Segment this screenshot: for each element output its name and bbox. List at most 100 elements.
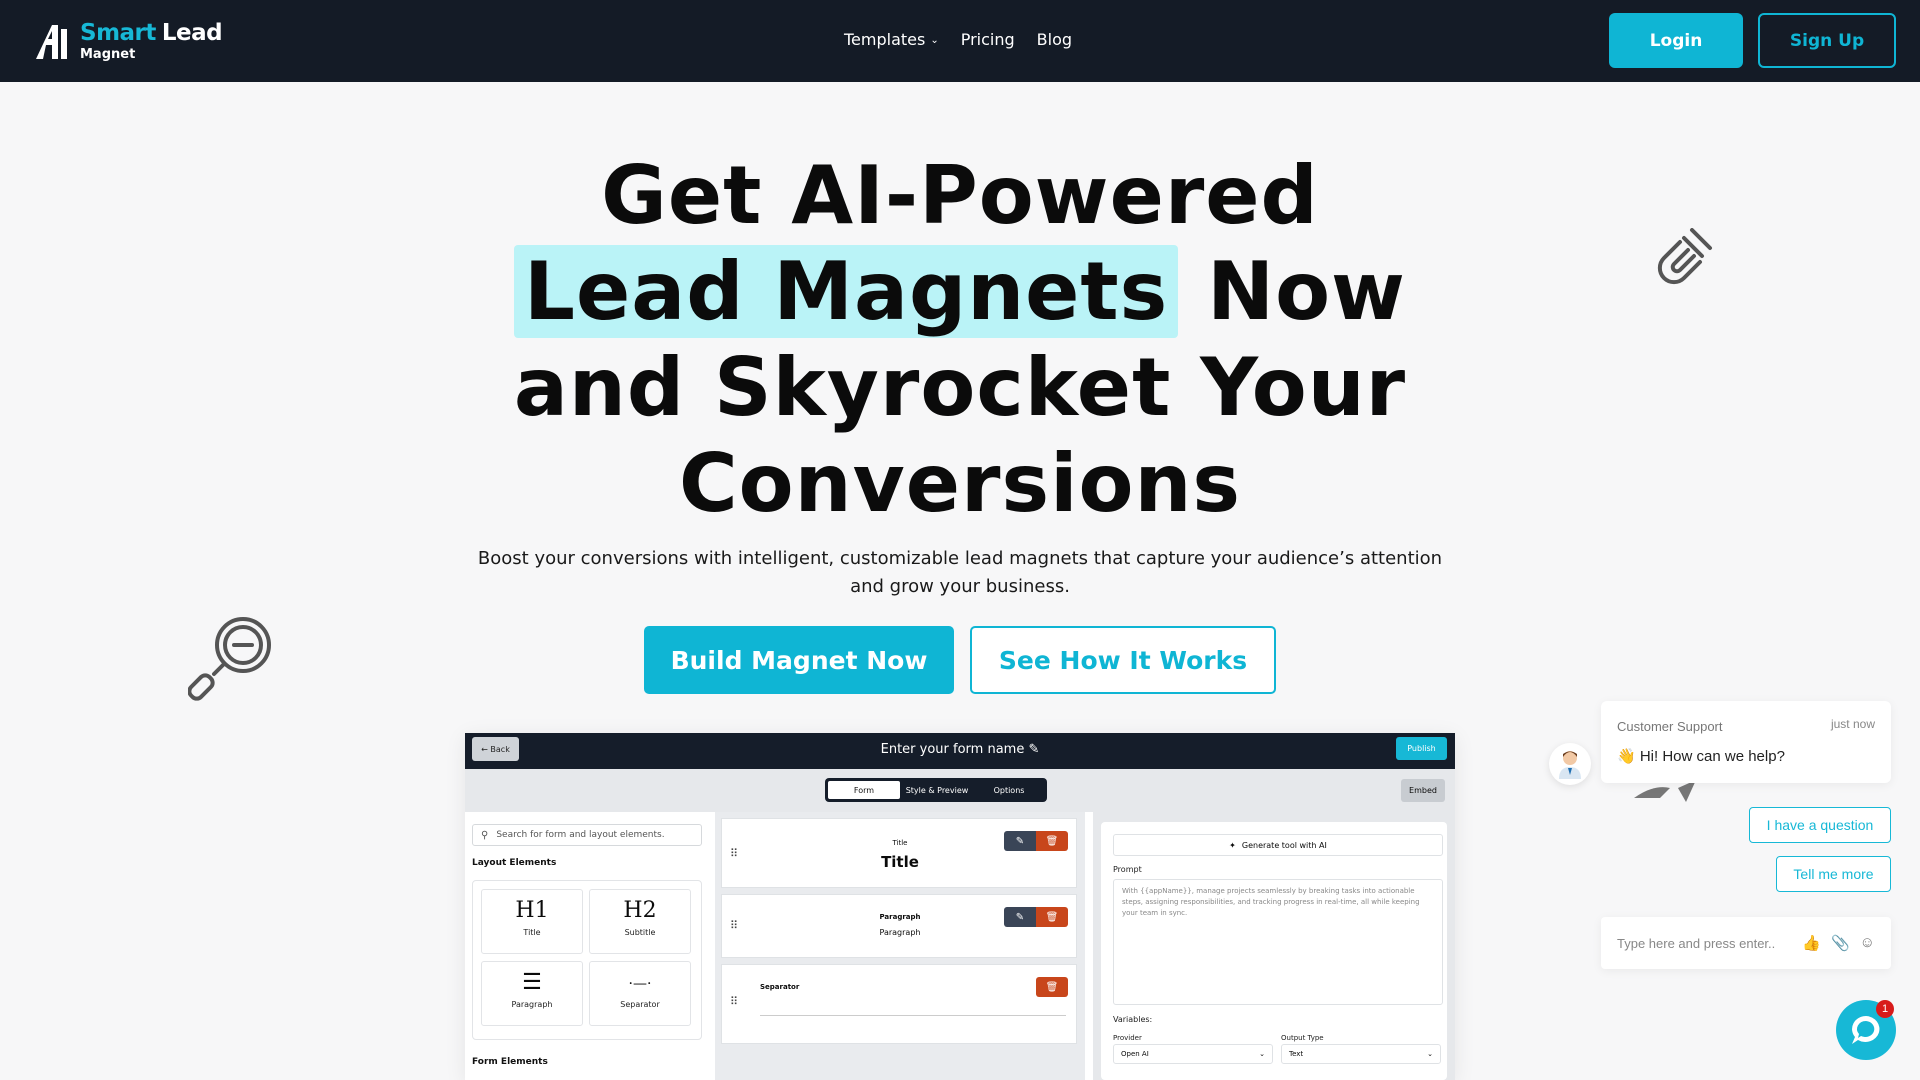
elements-panel: ⚲ Search for form and layout elements. La… [465,812,710,1080]
hero-line-4: Conversions [678,437,1242,530]
chat-input-placeholder: Type here and press enter.. [1617,935,1776,951]
magnet-icon [1657,228,1712,285]
output-type-label: Output Type [1281,1034,1324,1042]
site-logo[interactable]: Smart Lead Magnet [34,18,223,64]
edit-icon[interactable]: ✎ [1004,831,1036,851]
layout-item-label: Subtitle [624,928,656,937]
generate-with-ai-button[interactable]: ✦ Generate tool with AI [1113,834,1443,856]
tab-style-preview[interactable]: Style & Preview [901,780,973,800]
block-paragraph-content: Paragraph [879,928,921,937]
layout-item-title[interactable]: H1 Title [481,889,583,954]
form-block-separator[interactable]: ⠿ Separator 🗑 [721,964,1077,1044]
pencil-icon[interactable]: ✎ [1028,742,1039,757]
form-elements-heading: Form Elements [472,1057,548,1067]
chevron-down-icon: ⌄ [930,35,939,46]
signup-button[interactable]: Sign Up [1758,13,1896,68]
hero-line-2-rest: Now [1207,245,1406,338]
unread-badge: 1 [1876,1000,1894,1018]
element-search-placeholder: Search for form and layout elements. [496,830,665,840]
chat-timestamp: just now [1830,717,1875,731]
hero-line-3: and Skyrocket Your [513,341,1407,434]
builder-subbar: Form Style & Preview Options Embed [465,769,1455,812]
provider-select-value: Open AI [1121,1050,1149,1058]
h1-icon: H1 [515,898,549,923]
edit-icon[interactable]: ✎ [1004,907,1036,927]
logo-mark-icon [36,25,67,59]
layout-item-subtitle[interactable]: H2 Subtitle [589,889,691,954]
form-builder-preview: ← Back Enter your form name ✎ Publish Fo… [465,733,1455,1080]
chat-input-field[interactable]: Type here and press enter.. 👍 📎 ☺ [1601,917,1891,969]
login-button[interactable]: Login [1609,13,1743,68]
layout-item-paragraph[interactable]: ☰ Paragraph [481,961,583,1026]
form-block-paragraph[interactable]: ⠿ Paragraph Paragraph ✎ 🗑 [721,894,1077,958]
builder-tabs: Form Style & Preview Options [825,778,1047,802]
form-name-label: Enter your form name [880,742,1025,757]
chat-bubble-icon [1852,1016,1880,1044]
chat-agent-name: Customer Support [1617,719,1723,734]
provider-select[interactable]: Open AI ⌄ [1113,1044,1273,1064]
layout-item-separator[interactable]: ·—· Separator [589,961,691,1026]
layout-item-label: Separator [620,1000,660,1009]
search-icon: ⚲ [481,829,489,841]
hero-heading: Get AI-Powered Lead Magnets Now and Skyr… [420,148,1500,532]
menu-item-pricing[interactable]: Pricing [961,30,1015,49]
form-canvas: ⠿ Title Title ✎ 🗑 ⠿ Paragraph Paragraph … [715,812,1085,1080]
trash-icon[interactable]: 🗑 [1036,907,1068,927]
paragraph-icon: ☰ [522,970,542,995]
drag-handle-icon[interactable]: ⠿ [730,995,738,1008]
top-navbar: Smart Lead Magnet Templates ⌄ Pricing Blog… [0,0,1920,82]
provider-label: Provider [1113,1034,1142,1042]
hero-subtitle: Boost your conversions with intelligent,… [477,548,1443,597]
quick-reply-question[interactable]: I have a question [1749,807,1891,843]
chat-message-card: Customer Support just now 👋 Hi! How can … [1601,701,1891,783]
trash-icon[interactable]: 🗑 [1036,977,1068,997]
tab-options[interactable]: Options [973,780,1045,800]
layout-elements-grid: H1 Title H2 Subtitle ☰ Paragraph ·—· Sep… [472,880,702,1040]
search-zoom-out-icon [188,617,271,701]
chevron-down-icon: ⌄ [1259,1050,1265,1058]
menu-item-templates[interactable]: Templates ⌄ [844,30,939,49]
variables-label: Variables: [1113,1015,1153,1024]
chat-message-text: 👋 Hi! How can we help? [1617,748,1785,765]
block-actions: ✎ 🗑 [1004,907,1068,927]
logo-word-lead: Lead [161,19,223,46]
layout-item-label: Paragraph [511,1000,553,1009]
chevron-down-icon: ⌄ [1427,1050,1433,1058]
ai-settings-panel: ✦ Generate tool with AI Prompt With {{app… [1093,812,1455,1080]
see-how-it-works-button[interactable]: See How It Works [970,626,1276,694]
form-name-title[interactable]: Enter your form name ✎ [465,742,1455,757]
output-type-select[interactable]: Text ⌄ [1281,1044,1441,1064]
block-actions: ✎ 🗑 [1004,831,1068,851]
block-actions: 🗑 [1036,977,1068,997]
layout-item-label: Title [523,928,541,937]
prompt-textarea[interactable]: With {{appName}}, manage projects seamle… [1113,879,1443,1005]
tab-form[interactable]: Form [827,780,901,800]
builder-topbar: ← Back Enter your form name ✎ Publish [465,733,1455,769]
separator-line [760,1015,1066,1016]
publish-button[interactable]: Publish [1396,737,1447,760]
logo-word-smart: Smart [80,19,156,46]
separator-icon: ·—· [628,976,652,992]
thumbs-up-icon[interactable]: 👍 [1802,934,1821,952]
layout-elements-heading: Layout Elements [472,858,557,868]
element-search-input[interactable]: ⚲ Search for form and layout elements. [472,824,702,846]
trash-icon[interactable]: 🗑 [1036,831,1068,851]
menu-item-blog[interactable]: Blog [1037,30,1072,49]
support-agent-avatar [1549,743,1591,785]
ai-settings-card: ✦ Generate tool with AI Prompt With {{app… [1101,822,1447,1080]
hero-highlight: Lead Magnets [514,245,1179,338]
build-magnet-button[interactable]: Build Magnet Now [644,626,954,694]
magic-wand-icon: ✦ [1229,840,1236,850]
output-type-select-value: Text [1289,1050,1304,1058]
form-block-title[interactable]: ⠿ Title Title ✎ 🗑 [721,818,1077,888]
block-type-label: Separator [760,983,800,991]
prompt-label: Prompt [1113,865,1142,874]
paperclip-icon[interactable]: 📎 [1831,934,1850,952]
block-title-content: Title [881,853,919,871]
main-menu: Templates ⌄ Pricing Blog [844,30,1072,49]
chat-input-actions: 👍 📎 ☺ [1802,934,1875,952]
quick-reply-tell-more[interactable]: Tell me more [1776,856,1891,892]
emoji-icon[interactable]: ☺ [1860,934,1875,952]
agent-avatar-icon [1559,751,1581,779]
embed-button[interactable]: Embed [1401,779,1445,802]
